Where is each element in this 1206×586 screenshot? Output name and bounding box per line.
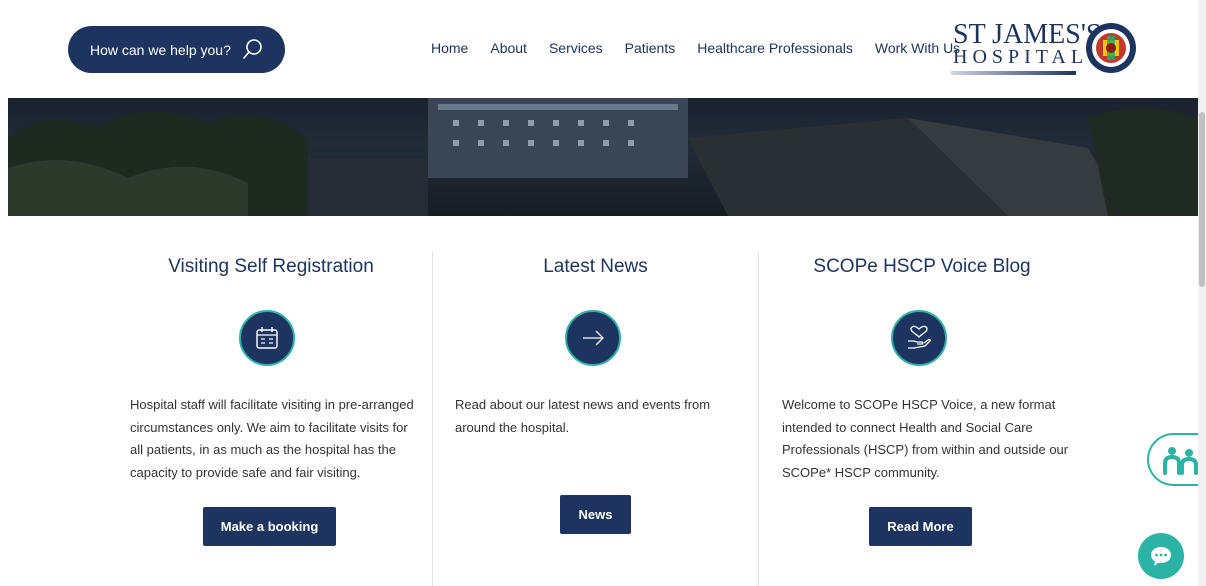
hospital-seal-icon [1086,23,1136,73]
accessibility-people-icon [1163,447,1198,475]
logo-line2: HOSPITAL [953,46,1089,68]
column-title: SCOPe HSCP Voice Blog [813,256,1031,277]
column-title: Latest News [543,256,648,277]
nav-patients[interactable]: Patients [625,40,676,56]
calendar-icon [256,327,278,349]
search-icon [243,39,262,59]
hospital-logo[interactable]: ST JAMES'S HOSPITAL [951,20,1141,82]
make-booking-button[interactable]: Make a booking [203,507,336,546]
visiting-column: Visiting Self Registration Hospital staf… [110,252,432,586]
news-column: Latest News Read about our latest news a… [433,252,758,586]
column-description: Read about our latest news and events fr… [455,397,711,435]
nav-about[interactable]: About [490,40,527,56]
search-label: How can we help you? [90,41,231,58]
nav-services[interactable]: Services [549,40,603,56]
hospital-aerial-photo [8,98,1198,216]
page-scrollbar[interactable] [1198,0,1206,586]
hero-image [8,98,1198,216]
column-title: Visiting Self Registration [168,256,374,277]
search-button[interactable]: How can we help you? [68,26,285,73]
column-description: Hospital staff will facilitate visiting … [130,397,414,480]
calendar-icon-circle [239,310,295,366]
nav-home[interactable]: Home [431,40,468,56]
arrow-icon-circle [565,310,621,366]
column-description: Welcome to SCOPe HSCP Voice, a new forma… [782,397,1069,480]
news-button[interactable]: News [560,495,631,534]
main-nav: Home About Services Patients Healthcare … [431,40,982,56]
logo-underline [951,71,1076,75]
blog-column: SCOPe HSCP Voice Blog Welcome to SCOPe H… [759,252,1085,586]
nav-work-with-us[interactable]: Work With Us [875,40,960,56]
arrow-right-icon [583,330,604,346]
heart-hand-icon-circle [891,310,947,366]
chat-button[interactable] [1138,533,1184,579]
heart-hand-icon [908,325,931,349]
site-header: How can we help you? Home About Services… [0,0,1198,98]
read-more-button[interactable]: Read More [869,507,972,546]
chat-bubble-icon [1151,547,1171,566]
nav-healthcare-professionals[interactable]: Healthcare Professionals [697,40,853,56]
scrollbar-thumb[interactable] [1199,112,1205,287]
